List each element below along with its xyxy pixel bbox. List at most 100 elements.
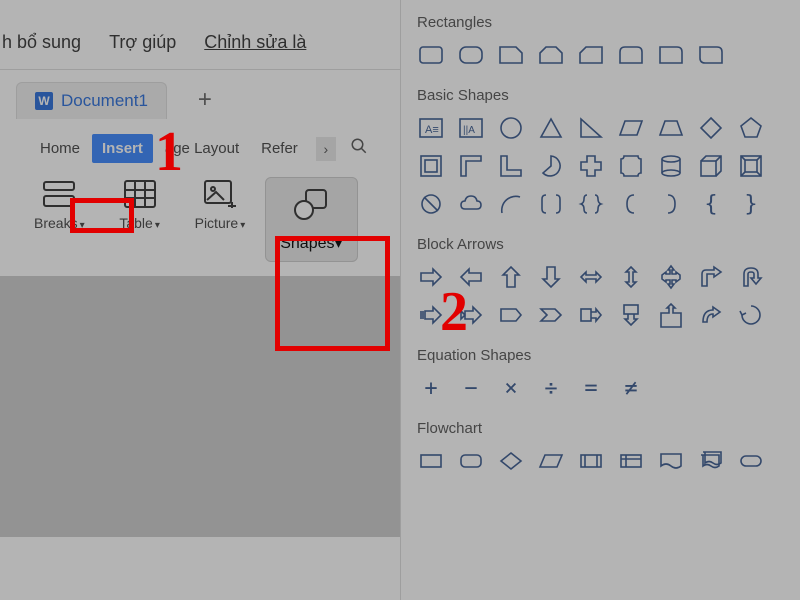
shape-arrow-left[interactable] bbox=[457, 263, 485, 291]
shape-fc-multidoc[interactable] bbox=[697, 447, 725, 475]
picture-icon bbox=[203, 179, 237, 209]
shape-plaque[interactable] bbox=[617, 152, 645, 180]
search-icon[interactable] bbox=[350, 137, 368, 160]
chevron-down-icon: ▾ bbox=[334, 235, 342, 252]
tab-home[interactable]: Home bbox=[30, 134, 90, 163]
shape-arrow-updown[interactable] bbox=[617, 263, 645, 291]
shape-arrow-bent[interactable] bbox=[697, 263, 725, 291]
shape-l-shape[interactable] bbox=[497, 152, 525, 180]
shape-triangle[interactable] bbox=[537, 114, 565, 142]
shape-frame[interactable] bbox=[417, 152, 445, 180]
shape-arrow-callout-t[interactable] bbox=[657, 301, 685, 329]
shape-eq-divide[interactable]: ÷ bbox=[537, 374, 565, 402]
menu-help[interactable]: Trợ giúp bbox=[107, 26, 178, 59]
shape-right-bracket[interactable] bbox=[657, 190, 685, 218]
more-tabs-button[interactable]: › bbox=[316, 137, 336, 161]
shape-arrow-quad[interactable] bbox=[657, 263, 685, 291]
shape-arrow-up[interactable] bbox=[497, 263, 525, 291]
shapes-button[interactable]: Shapes▾ bbox=[265, 177, 357, 262]
shape-arrow-chevron[interactable] bbox=[537, 301, 565, 329]
shape-half-frame[interactable] bbox=[457, 152, 485, 180]
shape-textbox[interactable]: A≡ bbox=[417, 114, 445, 142]
shape-arrow-uturn[interactable] bbox=[737, 263, 765, 291]
shape-fc-decision[interactable] bbox=[497, 447, 525, 475]
shape-trapezoid[interactable] bbox=[657, 114, 685, 142]
shape-fc-alt[interactable] bbox=[457, 447, 485, 475]
shape-eq-minus[interactable]: − bbox=[457, 374, 485, 402]
shape-snip-diag[interactable] bbox=[577, 41, 605, 69]
shape-arrow-leftright[interactable] bbox=[577, 263, 605, 291]
shape-cube[interactable] bbox=[697, 152, 725, 180]
shape-arrow-callout-d[interactable] bbox=[617, 301, 645, 329]
shape-left-bracket[interactable] bbox=[617, 190, 645, 218]
shape-right-brace[interactable]: } bbox=[737, 190, 765, 218]
shape-arrow-down[interactable] bbox=[537, 263, 565, 291]
shape-left-brace[interactable]: { bbox=[697, 190, 725, 218]
shape-fc-terminator[interactable] bbox=[737, 447, 765, 475]
shape-eq-plus[interactable]: + bbox=[417, 374, 445, 402]
shape-round-diag[interactable] bbox=[697, 41, 725, 69]
picture-button[interactable]: Picture▾ bbox=[185, 177, 256, 233]
shape-cross[interactable] bbox=[577, 152, 605, 180]
shapes-icon bbox=[292, 188, 330, 227]
shape-round-single[interactable] bbox=[657, 41, 685, 69]
chevron-down-icon: ▾ bbox=[155, 220, 160, 231]
shape-fc-internal[interactable] bbox=[617, 447, 645, 475]
shape-arrow-callout-r[interactable] bbox=[577, 301, 605, 329]
chevron-down-icon: ▾ bbox=[240, 220, 245, 231]
shape-pentagon[interactable] bbox=[737, 114, 765, 142]
shape-cloud[interactable] bbox=[457, 190, 485, 218]
shape-pie[interactable] bbox=[537, 152, 565, 180]
breaks-label: Breaks bbox=[34, 215, 78, 231]
shape-arrow-right[interactable] bbox=[417, 263, 445, 291]
menu-addons[interactable]: h bổ sung bbox=[0, 26, 83, 59]
shape-snip2-rect[interactable] bbox=[537, 41, 565, 69]
tab-insert[interactable]: Insert bbox=[92, 134, 153, 163]
shape-fc-process[interactable] bbox=[417, 447, 445, 475]
shape-fc-predef[interactable] bbox=[577, 447, 605, 475]
shape-arrow-notched[interactable] bbox=[457, 301, 485, 329]
table-button[interactable]: Table▾ bbox=[105, 177, 175, 233]
svg-text:A≡: A≡ bbox=[425, 124, 439, 136]
section-basic-shapes-title: Basic Shapes bbox=[417, 87, 784, 104]
new-tab-button[interactable]: + bbox=[193, 88, 217, 112]
document-tab[interactable]: W Document1 bbox=[16, 82, 167, 119]
shapes-dropdown-panel: Rectangles Basic Shapes A≡ ||A bbox=[400, 0, 800, 600]
shape-arrow-striped[interactable] bbox=[417, 301, 445, 329]
shape-eq-equals[interactable]: = bbox=[577, 374, 605, 402]
shape-nosymbol[interactable] bbox=[417, 190, 445, 218]
breaks-button[interactable]: Breaks▾ bbox=[24, 177, 95, 233]
tab-references[interactable]: Refer bbox=[251, 134, 308, 163]
menu-edit[interactable]: Chỉnh sửa là bbox=[202, 26, 308, 59]
section-block-arrows-title: Block Arrows bbox=[417, 236, 784, 253]
shape-snip-same[interactable] bbox=[617, 41, 645, 69]
shape-parallelogram[interactable] bbox=[617, 114, 645, 142]
shape-arc[interactable] bbox=[497, 190, 525, 218]
shape-bracket-pair[interactable] bbox=[537, 190, 565, 218]
shape-oval[interactable] bbox=[497, 114, 525, 142]
shape-fc-document[interactable] bbox=[657, 447, 685, 475]
shape-arrow-pentagon[interactable] bbox=[497, 301, 525, 329]
shape-eq-multiply[interactable]: × bbox=[497, 374, 525, 402]
shape-eq-notequal[interactable]: ≠ bbox=[617, 374, 645, 402]
shape-arrow-circular[interactable] bbox=[737, 301, 765, 329]
shape-arrow-curved-r[interactable] bbox=[697, 301, 725, 329]
shapes-label: Shapes bbox=[280, 235, 334, 252]
section-equation-shapes-title: Equation Shapes bbox=[417, 347, 784, 364]
shape-right-triangle[interactable] bbox=[577, 114, 605, 142]
shape-fc-data[interactable] bbox=[537, 447, 565, 475]
shape-diamond[interactable] bbox=[697, 114, 725, 142]
shape-brace-pair[interactable] bbox=[577, 190, 605, 218]
shape-can[interactable] bbox=[657, 152, 685, 180]
shape-snip-rect[interactable] bbox=[497, 41, 525, 69]
shape-rectangle[interactable] bbox=[417, 41, 445, 69]
shape-round-rect[interactable] bbox=[457, 41, 485, 69]
doc-icon: W bbox=[35, 92, 53, 110]
section-flowchart-title: Flowchart bbox=[417, 420, 784, 437]
tab-page-layout[interactable]: age Layout bbox=[155, 134, 249, 163]
section-flowchart: Flowchart bbox=[417, 420, 784, 475]
svg-text:||A: ||A bbox=[463, 125, 475, 136]
shape-textbox-v[interactable]: ||A bbox=[457, 114, 485, 142]
shape-bevel[interactable] bbox=[737, 152, 765, 180]
chevron-down-icon: ▾ bbox=[80, 220, 85, 231]
